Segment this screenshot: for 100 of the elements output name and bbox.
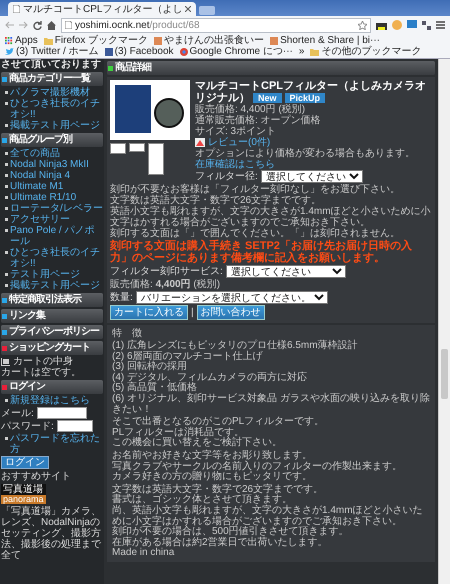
feature-text: そこで出番となるのがこのPLフィルターです。 (112, 417, 326, 428)
section-header: 商品詳細 (107, 61, 435, 75)
bullet-icon (5, 229, 8, 232)
apps-grid-icon (5, 36, 13, 44)
section-header: 商品カテゴリー一覧 (1, 72, 103, 86)
close-icon[interactable] (185, 6, 192, 12)
feature-text: (3) 回転枠の採用 (112, 362, 188, 372)
bullet-icon (5, 399, 8, 402)
category-link[interactable]: Nodal Ninja 4 (10, 170, 70, 181)
address-field[interactable]: yoshimi.ocnk.net/product/68 (61, 18, 371, 32)
category-link[interactable]: ひとつき社長のイチオシ!! (10, 98, 103, 120)
price-info: サイズ: 3ポイント (195, 126, 278, 137)
field-label: 数量: (110, 292, 133, 303)
extension-icon[interactable] (376, 20, 387, 30)
feature-text: カメラ好きの方の贈り物にもピッタリです。 (112, 472, 313, 483)
review-icon (195, 138, 205, 147)
menu-icon[interactable] (436, 21, 445, 29)
category-link[interactable]: 全ての商品 (10, 148, 60, 159)
category-link[interactable]: ローテータ/レベラー (10, 203, 103, 214)
feature-text: この機会に買い替えをご検討下さい。 (112, 438, 283, 449)
recommended-heading: おすすめサイト (1, 471, 72, 482)
product-tag: New (253, 93, 282, 103)
sale-price: 販売価格: 4,400円 (税別) (110, 279, 222, 290)
thumbnail-photo[interactable] (110, 143, 126, 154)
stock-link[interactable]: 在庫確認はこちら (195, 159, 432, 170)
product-name: マルチコートCPLフィルター（よしみカメラオリジナル） New PickUp (195, 80, 427, 104)
price-info: 通常販売価格: オープン価格 (195, 115, 322, 126)
feature-text: 在庫がある場合は約2営業日で出荷いたします。 (112, 538, 329, 548)
bullet-icon (5, 218, 8, 221)
feature-text: (4) デジタル、フィルムカメラの両方に対応 (112, 372, 308, 383)
home-icon[interactable] (47, 20, 56, 30)
category-link[interactable]: アクセサリー (10, 214, 70, 225)
field-label: フィルター径: (195, 171, 258, 182)
bookmark-item[interactable]: (3) Twitter / ホーム (5, 46, 99, 57)
bullet-icon (5, 251, 8, 254)
login-button[interactable]: ログイン (1, 456, 49, 469)
bullet-icon (5, 185, 8, 188)
site-description: 「写真道場」カメラ、レンズ、NodalNinjaのセッティング、撮影方法、撮影後の処理まで全て (1, 506, 102, 561)
cart-contents-link[interactable]: カートの中身 (13, 356, 73, 367)
inquiry-button[interactable]: お問い合わせ (196, 305, 265, 320)
forgot-password-link[interactable]: パスワードを忘れた方 (10, 433, 103, 455)
forward-arrow-icon[interactable] (19, 21, 28, 29)
section-header[interactable]: リンク集 (1, 309, 103, 323)
description-text: 刻印する文面は「」で囲んでください。「」は刻印されません。 (110, 228, 401, 239)
bookmark-item[interactable]: Google Chrome につ··· (180, 46, 293, 57)
back-arrow-icon[interactable] (5, 21, 14, 29)
bookmark-item[interactable]: Firefox ブックマーク (44, 35, 148, 46)
section-header[interactable]: プライバシーポリシー (1, 325, 103, 339)
category-link[interactable]: パノラマ撮影機材 (10, 87, 90, 98)
section-header: 商品グループ別 (1, 133, 103, 147)
thumbnail-photo[interactable] (148, 143, 164, 175)
category-link[interactable]: Ultimate M1 (10, 181, 64, 192)
circle-logo-icon (180, 48, 188, 56)
browser-tab[interactable]: マルチコートCPLフィルター（よし (8, 2, 196, 16)
reload-icon[interactable] (33, 20, 42, 30)
bookmark-item[interactable]: Apps (5, 35, 38, 46)
feature-text: 書式は、ゴシック体とさせて頂きます。 (112, 495, 293, 506)
category-link[interactable]: ひとつき社長のイチオシ!! (10, 247, 103, 269)
feature-text: 写真クラブやサークルの名前入りのフィルターの作製出来ます。 (112, 462, 403, 472)
bookmark-item[interactable]: やまけんの出張食いー (154, 35, 264, 46)
variation-select[interactable]: バリエーションを選択してください。 (136, 291, 328, 304)
feature-text: (6) オリジナル、刻印サービス対象品 ガラスや水面の映り込みを取り除きたい！ (112, 394, 430, 416)
description-text: 刻印が不要なお客様は「フィルター刻印なし」をお選び下さい。 (110, 184, 401, 195)
bullet-icon (5, 437, 8, 440)
new-tab-button[interactable] (199, 6, 216, 15)
email-field[interactable] (36, 407, 87, 419)
description-text: 英語小文字も彫れますが、文字の大きさが1.4mmほどと小さいために小文字はかすれる場合がございますのでご承知おき下さい。 (110, 206, 432, 228)
bullet-icon (5, 163, 8, 166)
category-link[interactable]: 掲載テスト用ページ (10, 280, 100, 291)
bookmark-item[interactable]: その他のブックマーク (310, 46, 422, 57)
filter-size-select[interactable]: 選択してください (260, 170, 363, 183)
folder-icon (310, 48, 320, 56)
category-link[interactable]: Ultimate R1/10 (10, 192, 76, 203)
section-header[interactable]: 特定商取引法表示 (1, 293, 103, 307)
password-field[interactable] (56, 420, 93, 432)
bookmark-item[interactable]: (3) Facebook (104, 46, 174, 57)
bullet-icon (5, 102, 8, 105)
feature-text: 刻印が不要の場合は、500円値引きさせて頂きます。 (112, 527, 350, 538)
scrollbar[interactable] (438, 59, 450, 584)
thumbnail-photo[interactable] (129, 143, 145, 152)
field-label: パスワード: (1, 420, 54, 432)
engraving-select[interactable]: 選択してください (226, 265, 346, 278)
feature-text: お名前やお好きな文字等をお彫り致します。 (112, 450, 313, 461)
holiday-notice: させて頂いております (1, 59, 102, 70)
review-link[interactable]: レビュー(0件) (208, 137, 270, 148)
register-link[interactable]: 新規登録はこちら (10, 395, 90, 406)
category-link[interactable]: テスト用ページ (10, 269, 80, 280)
category-link[interactable]: 掲載テスト用ページ (10, 120, 100, 131)
more-bookmarks-button[interactable]: » (298, 46, 304, 57)
scrollbar-thumb[interactable] (441, 349, 448, 399)
bullet-icon (5, 174, 8, 177)
category-link[interactable]: Pano Pole / パノポール (10, 225, 103, 247)
add-to-cart-button[interactable]: カートに入れる (110, 305, 188, 320)
cart-icon (1, 358, 10, 366)
category-link[interactable]: Nodal Ninja3 MkII (10, 159, 89, 170)
bookmark-item[interactable]: Shorten & Share | bi··· (270, 35, 380, 46)
option-note: オプションにより価格が変わる場合もあります。 (195, 148, 416, 159)
star-icon[interactable] (358, 20, 367, 30)
features-heading: 特 徴 (112, 328, 143, 339)
feature-text: (5) 高品質・低価格 (112, 383, 198, 394)
